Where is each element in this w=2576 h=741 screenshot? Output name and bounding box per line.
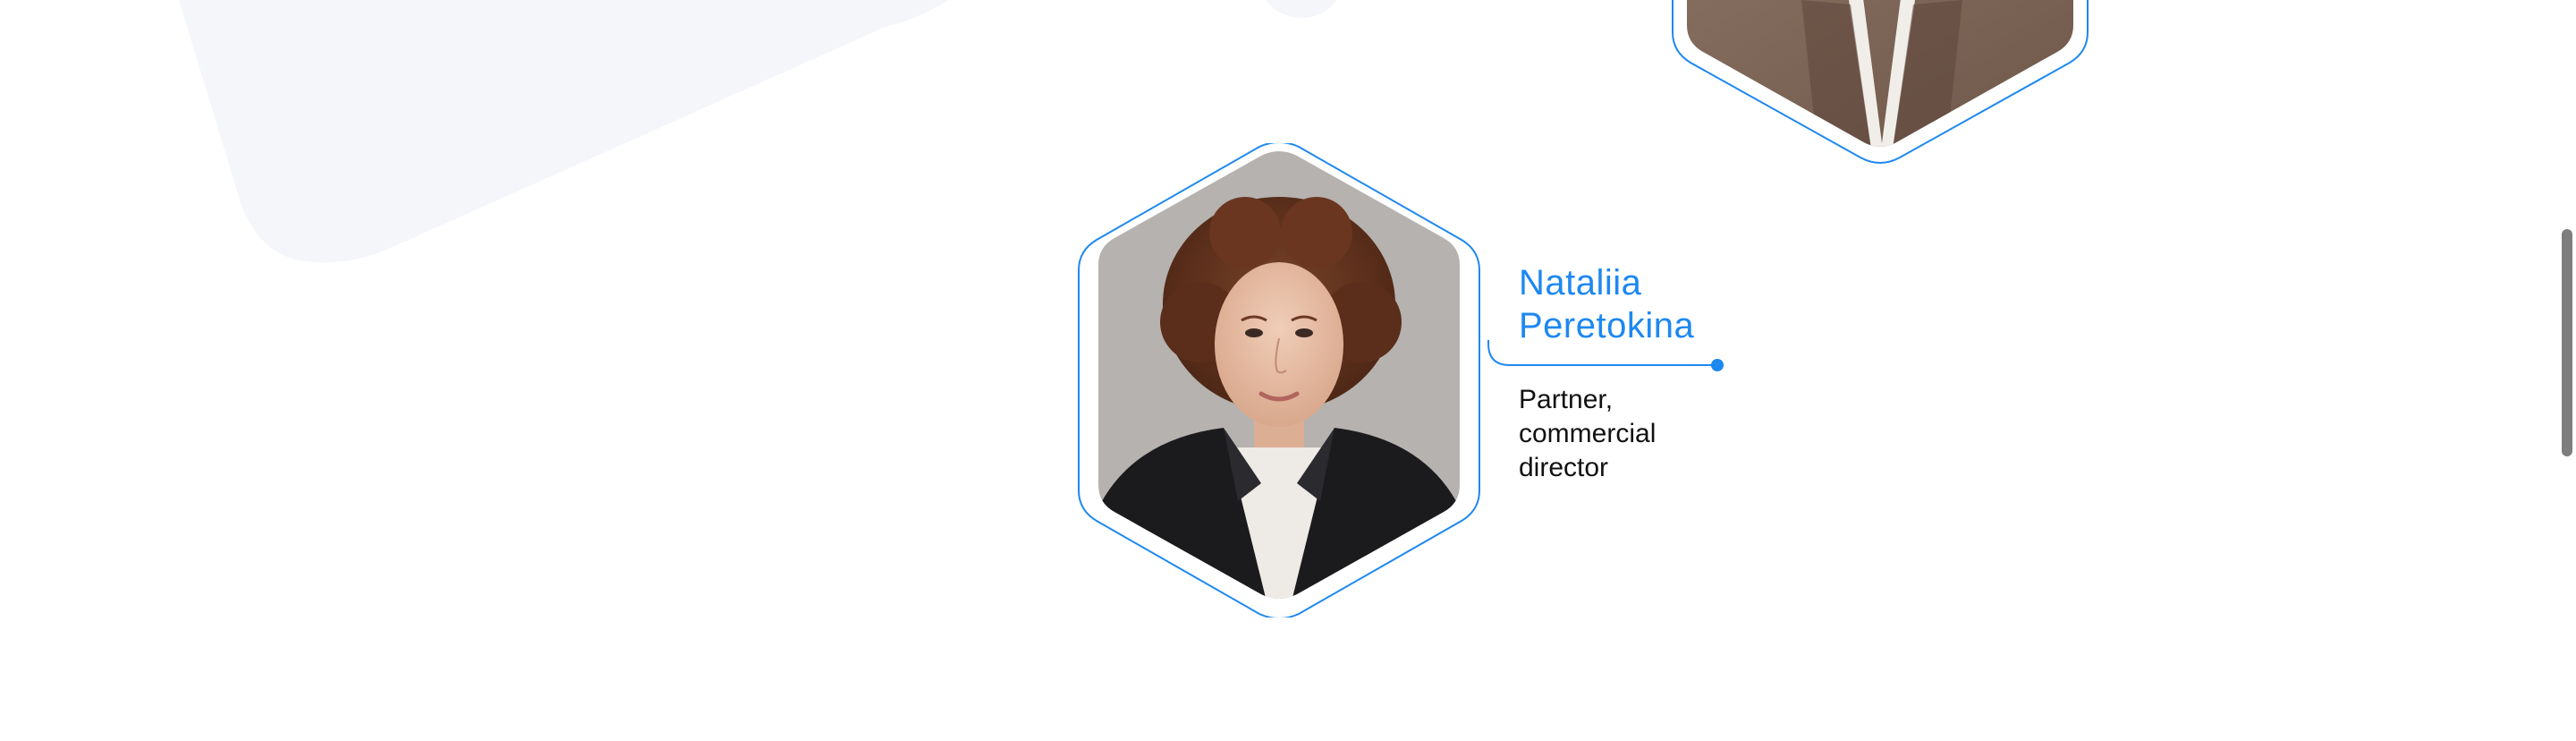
hex-photo <box>1078 141 1480 619</box>
member-role-line-3: director <box>1519 453 1609 482</box>
team-card-photo[interactable] <box>1066 141 1492 619</box>
member-role-line-2: commercial <box>1519 419 1657 448</box>
scrollbar[interactable] <box>2555 0 2576 741</box>
member-last-name: Peretokina <box>1519 306 1695 345</box>
member-first-name: Nataliia <box>1519 263 1642 302</box>
member-role: Partner, commercial director <box>1519 383 1751 485</box>
scrollbar-thumb[interactable] <box>2562 229 2572 456</box>
hex-photo-top <box>1672 0 2089 164</box>
team-section: Nataliia Peretokina Partner, commercial … <box>0 0 2576 741</box>
member-name[interactable]: Nataliia Peretokina <box>1519 261 1805 347</box>
member-role-line-1: Partner, <box>1519 385 1614 414</box>
team-card-photo-top[interactable] <box>1667 0 2093 166</box>
